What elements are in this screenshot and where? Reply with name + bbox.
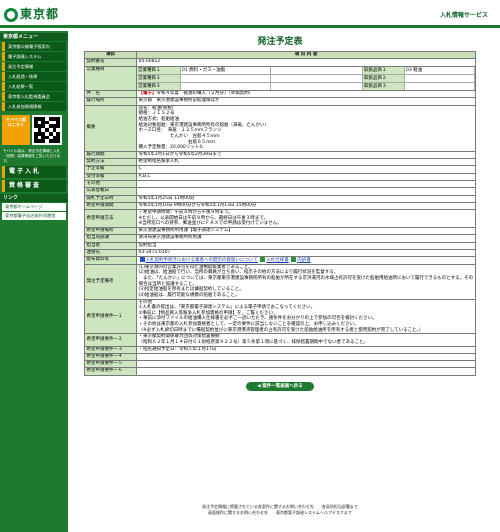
opening-datetime: 令和5年1月25日 11時00分	[136, 194, 476, 203]
electronic-bid-button[interactable]: 電子入札	[2, 165, 66, 178]
row-label: 希望申請要件一２	[84, 333, 137, 347]
sidebar-item-qualification[interactable]: 入札参加資格情報	[2, 102, 66, 111]
row-label: 希望申請要件一１	[84, 298, 137, 335]
sub-label: 営業種目１	[137, 67, 181, 74]
sub-label: 営業種目２	[137, 74, 181, 82]
business-type-cell: 営業種目１ 01 燃料・ガス・油脂 取扱品目１ 03 軽油 営業種目２ 取扱品目２ 営業…	[136, 65, 476, 92]
project-name-text: 令和４年度 軽油の購入（２月分）（単価契約）	[156, 91, 254, 97]
tokyo-emblem-icon	[4, 7, 18, 22]
row-label: 希望申請期間	[84, 201, 137, 211]
footer-line-2: 画面操作に関するお問い合わせ先 東京都電子調達システムヘルプデスクまで	[208, 510, 352, 515]
back-to-list-button[interactable]: ◀ 案件一覧画面へ戻る	[246, 381, 314, 391]
row-label: 担当局部課	[84, 234, 137, 243]
sidebar-item-gazette[interactable]: 東京都公報電子版案内	[2, 42, 66, 51]
pdf-file-icon	[139, 257, 145, 263]
responsible-department: 港湾局東京港建設事務所所用課	[136, 234, 476, 243]
row-label: 希望申請要件一５	[84, 360, 137, 369]
row-label: 希望申請方法	[84, 209, 137, 228]
project-name: 【電子】令和４年度 軽油の購入（２月分）（単価契約）	[136, 90, 476, 99]
delivery-place: 東京都 東京港建設事務所前処理場ほか	[136, 97, 476, 106]
sub-value: 03 軽油	[405, 67, 475, 74]
publication-date	[136, 187, 476, 196]
planned-grade: C	[136, 165, 476, 174]
application-place: 東京港建設事務所所用課【電子調達システム】	[136, 226, 476, 236]
row-label: 契約番号	[84, 58, 137, 67]
row-label: 受付等級	[84, 172, 137, 181]
sub-label: 営業種目３	[137, 82, 181, 90]
mobile-section: モバイル版 はこちら	[2, 115, 66, 145]
main-content: 発注予定表 項目 項 目 内 容 契約番号 04-00812 営業種目 営業種目１…	[84, 34, 476, 391]
person-in-charge: 契約担当	[136, 241, 476, 250]
file-icon	[260, 257, 266, 263]
logo-text: 東京都	[20, 7, 60, 21]
row-label: 概要	[84, 104, 137, 152]
mobile-version-button[interactable]: モバイル版 はこちら	[2, 115, 30, 145]
other-value	[136, 179, 476, 189]
requirement-5	[136, 360, 476, 369]
sidebar-item-committee[interactable]: 東京都入札監視委員会	[2, 92, 66, 101]
sub-value: 01 燃料・ガス・油脂	[181, 67, 271, 74]
sidebar-item-bid-results[interactable]: 入札結果一覧	[2, 82, 66, 91]
row-label: 履行期間	[84, 150, 137, 160]
footer: 発注予定情報に掲載されている各案件に関するお問い合わせ先 各局所担当部署まで 画…	[84, 504, 476, 516]
doc-link-spec[interactable]: 入札仕様書	[266, 258, 289, 263]
application-period: 令和5年1月10日 9時00分から令和5年1月13日 15時00分	[136, 201, 476, 211]
row-label: 希望申請要件一３	[84, 345, 137, 354]
row-label: 履行場所	[84, 97, 137, 106]
requirement-2: ・東京都契約関係暴力団等対策措置要綱 （昭和６２年１月１４日付６１財経庶第９２２…	[136, 333, 476, 347]
doc-link-breakdown[interactable]: 内訳書	[297, 258, 311, 263]
row-label: 件 名	[84, 90, 137, 99]
application-method: ・希望申請時間：午前８時から午後９時まで。 ※ただし、公表開始日は午前９時から、…	[136, 209, 476, 228]
link-tokyo-homepage[interactable]: 東京都ホームページ	[2, 202, 66, 211]
performance-period: 令和5年2月1日から令和5年2月28日まで	[136, 150, 476, 160]
requirement-4	[136, 352, 476, 362]
requirement-6	[136, 367, 476, 376]
row-label: 営業種目	[84, 65, 137, 92]
qualification-review-button[interactable]: 資格審査	[2, 179, 66, 192]
sidebar-item-order-plan[interactable]: 発注予定情報	[2, 62, 66, 71]
sub-label: 取扱品目３	[363, 82, 405, 90]
requirement-3: ・指名通知予定日：令和５年１月17日	[136, 345, 476, 354]
sidebar-links-heading: リンク	[0, 193, 68, 202]
tokyo-logo[interactable]: 東京都	[4, 6, 59, 23]
row-label: 公表登載日	[84, 187, 137, 196]
summary-text: 品名：軽油(免税) 規格：ＪＩＳ２号 給油方式：船舶給油 給油対象船舶：東京港建…	[136, 104, 476, 152]
mobile-note: モバイル版は、発注予定情報と入札（見積）結果情報をご覧いただけます。	[3, 149, 61, 163]
sidebar-item-bid-progress[interactable]: 入札経過・結果	[2, 72, 66, 81]
order-plan-table: 項目 項 目 内 容 契約番号 04-00812 営業種目 営業種目１ 01 燃料・…	[84, 50, 476, 376]
qr-code-icon	[32, 115, 62, 145]
order-notes: (1)東京港内の営業許可を得た油類取扱業者であること。 (2)給油は、給油船で行…	[136, 263, 476, 300]
row-label: 希望申請要件一４	[84, 352, 137, 362]
row-label: 予定等級	[84, 165, 137, 174]
top-header: 東京都 入札情報サービス	[0, 0, 500, 28]
service-title: 入札情報サービス	[439, 12, 488, 19]
col-header-item: 項目	[84, 50, 137, 60]
contact-phone: 03-3471-0107	[136, 248, 476, 258]
requirement-1: その他 ①入札書の提出は、「東京都電子調達システム」による電子申請でおこなってく…	[136, 298, 476, 335]
file-icon	[291, 257, 297, 263]
contract-number: 04-00812	[136, 58, 476, 67]
col-header-content: 項 目 内 容	[136, 50, 476, 60]
row-label: 希望申請要件一６	[84, 367, 137, 376]
accepted-grade: A,B,C	[136, 172, 476, 181]
link-e-government[interactable]: 東京都電子自治体共同運営	[2, 211, 66, 220]
sub-label: 取扱品目１	[363, 67, 405, 74]
sub-label: 取扱品目２	[363, 74, 405, 82]
doc-link-disclosure[interactable]: 入札契約手続きにおける業者への開示の取扱いについて	[146, 258, 258, 263]
contract-method: 希望制指名競争入札	[136, 158, 476, 167]
row-label: 担当者	[84, 241, 137, 250]
electronic-tag: 【電子】	[138, 91, 157, 97]
row-label: 連絡先	[84, 248, 137, 258]
row-label: 発注予定備考	[84, 263, 137, 300]
page-title: 発注予定表	[257, 37, 303, 47]
distribution-documents: 入札契約手続きにおける業者への開示の取扱いについて 入札仕様書 内訳書	[136, 256, 476, 265]
row-label: 配布資料等	[84, 256, 137, 265]
row-label: 契約方法	[84, 158, 137, 167]
row-label: その他	[84, 179, 137, 189]
row-label: 開札予定日時	[84, 194, 137, 203]
sidebar-item-procurement[interactable]: 電子調達システム	[2, 52, 66, 61]
sidebar-menu-heading: 東京都メニュー	[0, 33, 68, 41]
sidebar: 東京都メニュー 東京都公報電子版案内 電子調達システム 発注予定情報 入札経過・…	[0, 31, 68, 532]
row-label: 希望申請場所	[84, 226, 137, 236]
